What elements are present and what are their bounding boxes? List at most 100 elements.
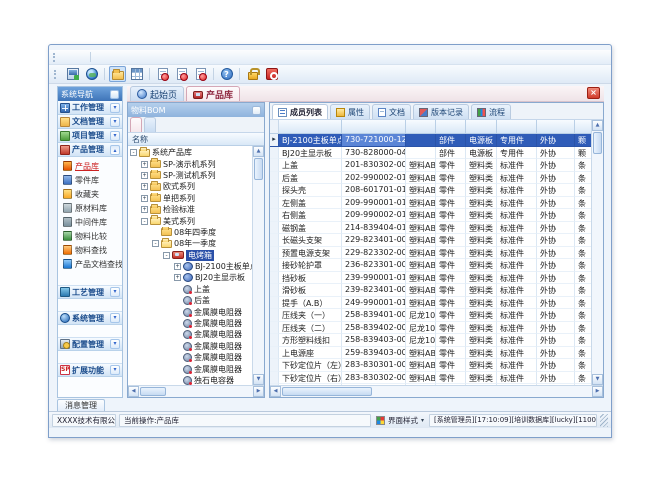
- tree-expander[interactable]: -: [163, 252, 170, 259]
- 接砂轮护罩[interactable]: 接砂轮护罩 236-823301-00I 塑料ABS 零件 塑料类 标准件 外协…: [270, 259, 591, 272]
- tree-node[interactable]: + 检验标准: [128, 204, 252, 215]
- scroll-right-icon[interactable]: ▶: [592, 386, 603, 397]
- BJ-2100主板单点[interactable]: BJ-2100主板单点 730-721000-12I 部件 电源板 专用件 外协…: [270, 134, 591, 147]
- sidebar-section[interactable]: 文档管理 ▾: [58, 115, 122, 129]
- member-tab[interactable]: 属性: [330, 104, 370, 119]
- document-tab[interactable]: 起始页: [130, 86, 184, 101]
- scroll-left-icon[interactable]: ◀: [270, 386, 281, 397]
- sidebar-section[interactable]: 产品管理 ▾: [58, 143, 122, 157]
- tree-expander[interactable]: +: [174, 274, 181, 281]
- chevron-down-icon[interactable]: ▾: [110, 287, 120, 297]
- 后盖[interactable]: 后盖 202-990002-01I 塑料ABS 零件 塑料类 标准件 外协 条: [270, 172, 591, 185]
- menubar-grip[interactable]: [53, 53, 56, 62]
- system-monitor-icon[interactable]: [64, 66, 81, 82]
- scroll-left-icon[interactable]: ◀: [128, 386, 139, 397]
- sidebar-item[interactable]: 物料查找: [58, 243, 122, 257]
- tree-node[interactable]: 金属膜电阻器: [128, 352, 252, 363]
- sidebar-section[interactable]: 配置管理 ▾: [58, 337, 122, 351]
- toolbar-button[interactable]: [211, 66, 216, 82]
- sidebar-item[interactable]: 中间件库: [58, 215, 122, 229]
- resize-grip[interactable]: [600, 414, 608, 427]
- print-report-icon[interactable]: [192, 66, 209, 82]
- 下砂定位片（右）[interactable]: 下砂定位片（右） 283-830302-00I 塑料ABS 零件 塑料类 标准件…: [270, 372, 591, 385]
- BJ20主显示板[interactable]: BJ20主显示板 730-828000-04I 部件 电源板 专用件 外协 颗: [270, 147, 591, 160]
- tree-node[interactable]: 后盖: [128, 295, 252, 306]
- tree-expander[interactable]: -: [152, 240, 159, 247]
- exit-icon[interactable]: [263, 66, 280, 82]
- toolbar-button[interactable]: [237, 66, 242, 82]
- tree-expander[interactable]: +: [141, 161, 148, 168]
- tree-expander[interactable]: +: [141, 172, 148, 179]
- tree-expander[interactable]: +: [174, 263, 181, 270]
- sidebar-item[interactable]: 产品文档查找: [58, 257, 122, 271]
- column-header[interactable]: [575, 120, 591, 134]
- sidebar-item[interactable]: 物料比较: [58, 229, 122, 243]
- 挡砂板[interactable]: 挡砂板 239-990001-01I 塑料ABS 零件 塑料类 标准件 外协 条: [270, 272, 591, 285]
- column-header[interactable]: [406, 120, 436, 134]
- column-header[interactable]: [436, 120, 466, 134]
- table-horizontal-scrollbar[interactable]: ◀ ▶: [270, 385, 603, 397]
- 方形塑料线扣[interactable]: 方形塑料线扣 258-839403-00I 尼龙1010 零件 塑料类 标准件 …: [270, 334, 591, 347]
- online-globe-icon[interactable]: [83, 66, 100, 82]
- tree-node[interactable]: 金属膜电阻器: [128, 341, 252, 352]
- chevron-down-icon[interactable]: ▾: [110, 339, 120, 349]
- 预置电源支架[interactable]: 预置电源支架 229-823302-00I 塑料ABS 零件 塑料类 标准件 外…: [270, 247, 591, 260]
- tree-expander[interactable]: -: [141, 218, 148, 225]
- tree-node[interactable]: 金属膜电阻器: [128, 329, 252, 340]
- 下砂定位片（左）[interactable]: 下砂定位片（左） 283-830301-00I 塑料ABS 零件 塑料类 标准件…: [270, 359, 591, 372]
- column-header[interactable]: [537, 120, 575, 134]
- tree-node[interactable]: + SP-演示机系列: [128, 158, 252, 169]
- member-tab[interactable]: 版本记录: [413, 104, 469, 119]
- open-library-icon[interactable]: [109, 66, 126, 82]
- 磁钢盖[interactable]: 磁钢盖 214-839404-01I 塑料ABS 零件 塑料类 标准件 外协 条: [270, 222, 591, 235]
- 上盖[interactable]: 上盖 201-830302-00I 塑料ABS 零件 塑料类 标准件 外协 条: [270, 159, 591, 172]
- version-tab[interactable]: [130, 117, 142, 132]
- sidebar-section[interactable]: 系统管理 ▾: [58, 311, 122, 325]
- scroll-thumb[interactable]: [254, 158, 263, 180]
- sidebar-item[interactable]: 收藏夹: [58, 187, 122, 201]
- member-tab[interactable]: 成员列表: [272, 104, 328, 119]
- help-icon[interactable]: [218, 66, 235, 82]
- chevron-down-icon[interactable]: ▾: [110, 365, 120, 375]
- member-tab[interactable]: 流程: [471, 104, 511, 119]
- toolbar-button[interactable]: [102, 66, 107, 82]
- chevron-down-icon[interactable]: ▾: [110, 117, 120, 127]
- scroll-thumb[interactable]: [282, 387, 372, 396]
- menu-item[interactable]: [90, 52, 91, 62]
- chevron-down-icon[interactable]: ▾: [110, 313, 120, 323]
- chevron-down-icon[interactable]: ▾: [110, 131, 120, 141]
- tree-node[interactable]: - 系统产品库: [128, 147, 252, 158]
- tree-node[interactable]: 上盖: [128, 284, 252, 295]
- toolbar-grip[interactable]: [54, 70, 57, 79]
- sidebar-section[interactable]: 工艺管理 ▾: [58, 285, 122, 299]
- message-panel-tab[interactable]: 消息管理: [57, 399, 105, 411]
- scroll-thumb[interactable]: [140, 387, 166, 396]
- tree-column-header[interactable]: 名称: [128, 133, 264, 146]
- tree-node[interactable]: 金属膜电阻器: [128, 318, 252, 329]
- sidebar-section[interactable]: 项目管理 ▾: [58, 129, 122, 143]
- tree-expander[interactable]: +: [141, 183, 148, 190]
- import-report-icon[interactable]: [173, 66, 190, 82]
- tree-node[interactable]: - 美式系列: [128, 215, 252, 226]
- tree-node[interactable]: 金属膜电阻器: [128, 306, 252, 317]
- scroll-up-icon[interactable]: ▲: [253, 146, 264, 157]
- column-header[interactable]: [466, 120, 497, 134]
- tree-vertical-scrollbar[interactable]: ▲ ▼: [252, 146, 264, 385]
- panel-options-icon[interactable]: [252, 106, 261, 115]
- 探头壳[interactable]: 探头壳 208-601701-01I 塑料ABS 零件 塑料类 标准件 外协 条: [270, 184, 591, 197]
- menu-item[interactable]: [108, 56, 120, 58]
- tree-expander[interactable]: -: [130, 149, 137, 156]
- menu-item[interactable]: [95, 56, 107, 58]
- column-header[interactable]: [270, 120, 279, 134]
- pin-icon[interactable]: [110, 90, 119, 99]
- tree-node[interactable]: 独石电容器: [128, 375, 252, 385]
- tree-node[interactable]: + 欧式系列: [128, 181, 252, 192]
- menu-item[interactable]: [74, 56, 86, 58]
- 压线夹（一）[interactable]: 压线夹（一） 258-839401-00I 尼龙1010 零件 塑料类 标准件 …: [270, 309, 591, 322]
- chevron-down-icon[interactable]: ▾: [110, 145, 120, 155]
- scroll-up-icon[interactable]: ▲: [592, 120, 603, 131]
- tree-node[interactable]: - 08年一季度: [128, 238, 252, 249]
- scroll-down-icon[interactable]: ▼: [592, 374, 603, 385]
- menu-item[interactable]: [61, 56, 73, 58]
- table-vertical-scrollbar[interactable]: ▲ ▼: [591, 120, 603, 385]
